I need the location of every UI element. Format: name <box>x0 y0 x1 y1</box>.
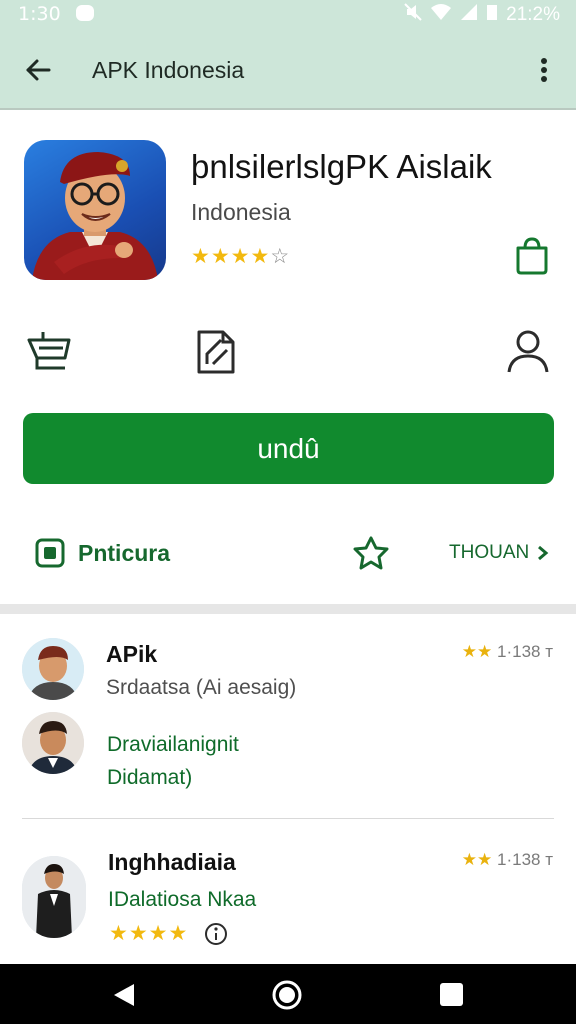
circle-home-icon <box>272 980 302 1010</box>
status-bar: 1:30 21:2% <box>0 0 576 30</box>
avatar[interactable] <box>22 856 86 938</box>
review-stars: ★★★★ <box>109 922 189 945</box>
star-outline-icon <box>353 536 389 570</box>
person-icon <box>507 330 549 373</box>
review-rating-stars: ★★ <box>461 850 493 869</box>
description-link-label: Pnticura <box>78 539 171 566</box>
see-all-link[interactable]: THOUAN <box>449 542 549 564</box>
app-icon[interactable] <box>24 140 166 280</box>
battery-icon <box>486 3 498 27</box>
review-divider <box>22 818 554 819</box>
reviewer-name: APik <box>106 641 158 667</box>
chevron-right-icon <box>538 545 549 561</box>
status-time: 1:30 <box>18 3 61 25</box>
stars-filled: ★★★★ <box>191 245 271 268</box>
nav-recents-button[interactable] <box>440 983 463 1006</box>
notification-icon <box>76 5 94 21</box>
mute-icon <box>404 3 422 27</box>
photo-icon <box>35 538 65 568</box>
review-rating-stars: ★★ <box>461 642 493 661</box>
document-edit-icon <box>197 330 235 374</box>
avatar[interactable] <box>22 712 84 774</box>
avatar[interactable] <box>22 638 84 700</box>
signal-icon <box>460 3 478 27</box>
back-button[interactable] <box>18 50 58 90</box>
see-all-label: THOUAN <box>449 542 530 563</box>
nav-home-button[interactable] <box>271 979 303 1011</box>
cart-action[interactable] <box>25 326 75 376</box>
status-clock-right: 21:2% <box>506 4 560 25</box>
nav-back-button[interactable] <box>112 982 136 1008</box>
review-rating: ★★ 1·138 т <box>462 850 553 870</box>
info-icon <box>205 923 227 945</box>
review-comment-line: Draviailanignit <box>107 733 239 756</box>
reviewer-subtitle: Srdaatsa (Ai aesaig) <box>106 676 297 699</box>
system-nav-bar <box>0 964 576 1024</box>
reviewer-name: Inghhadiaia <box>108 849 236 875</box>
app-developer[interactable]: Indonesia <box>191 199 291 226</box>
section-divider <box>0 604 576 614</box>
document-action[interactable] <box>191 326 241 376</box>
review-comment: Draviailanignit Didamat) <box>107 728 239 794</box>
app-title: þnlsilerlslgPK Aislaik <box>191 148 492 185</box>
avatar-illustration <box>22 638 84 700</box>
more-vert-icon <box>541 58 547 82</box>
review-rating-text: 1·138 т <box>497 850 553 869</box>
shopping-bag-button[interactable] <box>512 236 552 276</box>
shopping-cart-icon <box>27 332 71 370</box>
review-comment-line: Didamat) <box>107 766 193 789</box>
app-bar-title: APK Indonesia <box>92 57 245 83</box>
reviewer-subtitle: IDalatiosa Nkaa <box>108 888 257 911</box>
favorite-button[interactable] <box>351 534 391 574</box>
app-bar: APK Indonesia <box>0 30 576 110</box>
review-rating-text: 1·138 т <box>497 642 553 661</box>
links-row: Pnticura THOUAN <box>0 520 576 584</box>
app-rating-stars: ★★★★☆ <box>191 244 290 269</box>
shopping-bag-icon <box>516 237 548 275</box>
status-icons: 21:2% <box>404 3 560 27</box>
stars-empty: ☆ <box>270 245 291 268</box>
more-options-button[interactable] <box>526 50 562 90</box>
avatar-illustration <box>22 712 84 774</box>
info-button[interactable] <box>204 922 228 946</box>
avatar-illustration <box>22 856 86 938</box>
triangle-back-icon <box>114 984 134 1006</box>
arrow-left-icon <box>26 59 51 81</box>
character-illustration <box>32 152 158 280</box>
install-button[interactable]: undû <box>23 413 554 484</box>
review-rating: ★★ 1·138 т <box>462 642 553 662</box>
profile-action[interactable] <box>503 326 553 376</box>
description-link[interactable]: Pnticura <box>34 537 170 569</box>
wifi-icon <box>430 3 452 27</box>
